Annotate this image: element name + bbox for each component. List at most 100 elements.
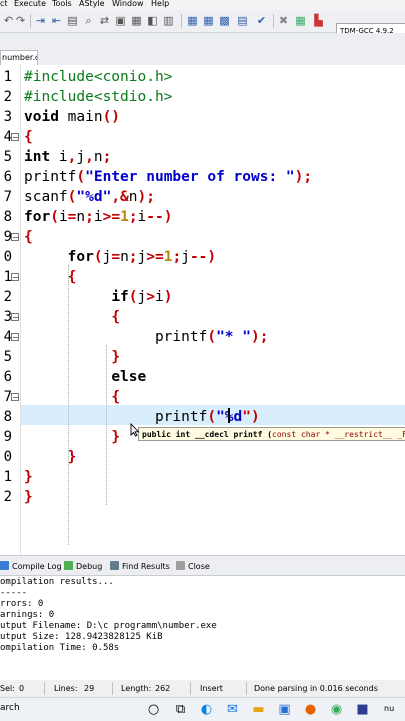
log-line: rrors: 0 xyxy=(0,599,44,609)
code-line[interactable]: printf("* "); xyxy=(24,327,269,347)
debug-icon[interactable]: ▦ xyxy=(294,14,307,27)
code-editor[interactable]: 1 2 3 4 5 6 7 8 9 0 1 2 3 4 5 6 7 8 9 0 1 2− − − − − − #include<co… xyxy=(0,65,405,555)
code-token: --) xyxy=(146,209,173,225)
code-line[interactable]: scanf("%d",&n); xyxy=(24,187,155,207)
code-line[interactable]: else xyxy=(24,367,146,387)
code-token: "Enter number of rows: " xyxy=(85,169,295,185)
line-number: 0 xyxy=(3,249,12,265)
edge-icon[interactable]: ◐ xyxy=(198,701,215,718)
search-circle-icon[interactable]: ○ xyxy=(145,701,162,718)
file-explorer-icon[interactable]: ▬ xyxy=(250,701,267,718)
chrome-icon[interactable]: ◉ xyxy=(328,701,345,718)
run-icon[interactable]: ◧ xyxy=(146,14,159,27)
code-token: ( xyxy=(93,249,103,265)
menu-item-window[interactable]: Window xyxy=(112,0,144,8)
fold-toggle-icon[interactable]: − xyxy=(11,393,19,402)
code-line[interactable]: void main() xyxy=(24,107,120,127)
compile-run-icon[interactable]: ▥ xyxy=(162,14,175,27)
menu-item-help[interactable]: Help xyxy=(151,0,169,8)
code-token: ); xyxy=(294,169,313,185)
code-token: main xyxy=(58,109,103,125)
tab-compile-log-label: Compile Log xyxy=(12,562,62,571)
line-number: 5 xyxy=(3,149,12,165)
code-line[interactable]: } xyxy=(24,487,33,507)
tab-compile-log[interactable]: Compile Log xyxy=(0,559,62,574)
status-sel-value: 0 xyxy=(19,684,25,693)
bookmark-icon[interactable]: ▣ xyxy=(114,14,127,27)
code-token: else xyxy=(111,369,147,385)
unindent-icon[interactable]: ⇤ xyxy=(50,14,63,27)
fold-toggle-icon[interactable]: − xyxy=(11,133,19,142)
devcpp-icon[interactable]: ■ xyxy=(354,701,371,718)
code-line[interactable]: if(j>i) xyxy=(24,287,172,307)
status-sel-label: Sel: xyxy=(0,684,15,693)
menu-item-tools[interactable]: Tools xyxy=(52,0,72,8)
code-line[interactable]: int i,j,n; xyxy=(24,147,111,167)
code-line[interactable]: { xyxy=(24,307,120,327)
grid-icon[interactable]: ▦ xyxy=(202,14,215,27)
code-line[interactable]: for(j=n;j>=1;j--) xyxy=(24,247,216,267)
tab-find-results[interactable]: Find Results xyxy=(110,559,170,574)
status-length-label: Length: xyxy=(121,684,152,693)
tab-close[interactable]: Close xyxy=(176,559,210,574)
check-icon[interactable]: ▤ xyxy=(236,14,249,27)
code-token: ( xyxy=(50,209,59,225)
status-divider xyxy=(190,682,191,695)
code-line[interactable]: #include<stdio.h> xyxy=(24,87,172,107)
code-line[interactable]: for(i=n;i>=1;i--) xyxy=(24,207,172,227)
indent-icon[interactable]: ⇥ xyxy=(34,14,47,27)
store-icon[interactable]: ▣ xyxy=(276,701,293,718)
code-line[interactable]: } xyxy=(24,467,33,487)
taskbar-app-label[interactable]: nu xyxy=(384,703,394,714)
line-number: 3 xyxy=(3,109,12,125)
code-token: () xyxy=(102,109,121,125)
tooltip-params: const char * __restrict__ _F xyxy=(272,430,405,439)
code-token: printf xyxy=(24,169,77,185)
code-token: #include<conio.h> xyxy=(24,69,173,85)
status-divider xyxy=(112,682,113,695)
code-line[interactable]: printf("%d") xyxy=(24,407,260,427)
code-line[interactable]: { xyxy=(24,227,33,247)
syntax-check-icon[interactable]: ✔ xyxy=(255,14,268,27)
firefox-icon[interactable]: ● xyxy=(302,701,319,718)
rebuild-icon[interactable]: ▩ xyxy=(218,14,231,27)
mail-icon[interactable]: ✉ xyxy=(224,701,241,718)
code-line[interactable]: { xyxy=(24,127,33,147)
search-icon[interactable]: ⌕ xyxy=(82,14,95,27)
taskbar-search-text[interactable]: arch xyxy=(0,703,20,714)
tooltip-signature: public int __cdecl printf ( xyxy=(142,430,273,439)
code-token: ( xyxy=(207,329,217,345)
compile-log-panel[interactable]: ompilation results... ----- rrors: 0 arn… xyxy=(0,575,405,682)
redo-icon[interactable]: ↷ xyxy=(14,14,27,27)
line-number: 2 xyxy=(3,489,12,505)
compile-icon[interactable]: ▦ xyxy=(130,14,143,27)
stop-icon[interactable]: ✖ xyxy=(277,14,290,27)
menu-item-execute[interactable]: Execute xyxy=(14,0,46,8)
task-view-icon[interactable]: ⧉ xyxy=(172,701,189,718)
code-line[interactable]: #include<conio.h> xyxy=(24,67,172,87)
file-tab-number-c[interactable]: number.c xyxy=(0,50,38,65)
menu-item-astyle[interactable]: AStyle xyxy=(79,0,105,8)
fold-toggle-icon[interactable]: − xyxy=(11,273,19,282)
code-token: ; xyxy=(128,209,138,225)
code-token: ); xyxy=(137,189,155,205)
code-token: ; xyxy=(172,249,182,265)
menu-bar: ct Execute Tools AStyle Window Help xyxy=(0,0,405,10)
fold-toggle-icon[interactable]: − xyxy=(11,333,19,342)
toggle-comment-icon[interactable]: ▤ xyxy=(66,14,79,27)
code-token: if xyxy=(111,289,129,305)
profile-icon[interactable]: ▙ xyxy=(312,14,325,27)
replace-icon[interactable]: ⇄ xyxy=(98,14,111,27)
tab-debug[interactable]: Debug xyxy=(64,559,102,574)
code-token: ( xyxy=(207,409,217,425)
menu-item-project[interactable]: ct xyxy=(0,0,8,8)
fold-toggle-icon[interactable]: − xyxy=(11,313,19,322)
log-line: utput Filename: D:\c programm\number.exe xyxy=(0,621,217,631)
code-line[interactable]: printf("Enter number of rows: "); xyxy=(24,167,312,187)
grid-icon[interactable]: ▦ xyxy=(186,14,199,27)
status-message: Done parsing in 0.016 seconds xyxy=(254,684,378,693)
code-token: printf xyxy=(154,409,208,425)
fold-toggle-icon[interactable]: − xyxy=(11,233,19,242)
